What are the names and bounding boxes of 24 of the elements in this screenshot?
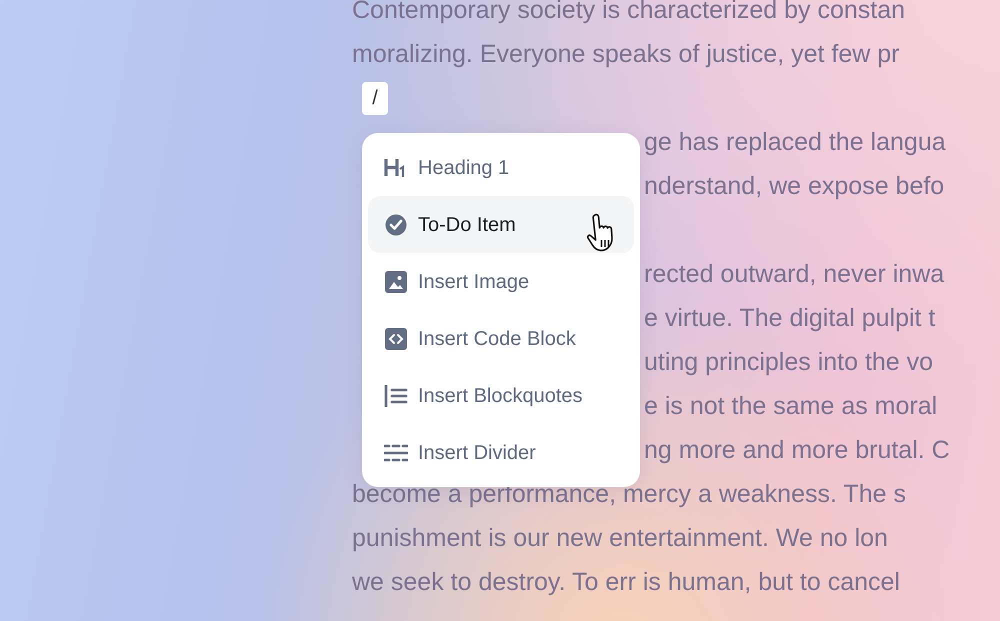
paragraph-line: nderstand, we expose befo — [644, 171, 944, 201]
paragraph-line: moralizing. Everyone speaks of justice, yet few pr — [352, 39, 900, 69]
paragraph-line: ng more and more brutal. C — [644, 435, 950, 465]
paragraph-line: punishment is our new entertainment. We no lon — [352, 523, 888, 553]
paragraph-line: e virtue. The digital pulpit t — [644, 303, 936, 333]
paragraph-line: Contemporary society is characterized by constan — [352, 0, 906, 25]
menu-item[interactable]: Heading 1 — [368, 139, 634, 196]
menu-item[interactable]: Insert Blockquotes — [368, 367, 634, 424]
paragraph-line: ge has replaced the langua — [644, 127, 946, 157]
menu-item[interactable]: Insert Code Block — [368, 310, 634, 367]
blockquote-icon — [384, 384, 408, 408]
paragraph-line: we seek to destroy. To err is human, but to cancel — [352, 567, 900, 597]
code-icon — [385, 328, 407, 350]
paragraph-line: e is not the same as moral — [644, 391, 938, 421]
check-circle-icon — [385, 214, 407, 236]
menu-item[interactable]: Insert Image — [368, 253, 634, 310]
slash-command-input[interactable]: / — [362, 82, 388, 114]
paragraph-line: become a performance, mercy a weakness. The s — [352, 479, 906, 509]
menu-item[interactable]: Insert Divider — [368, 424, 634, 481]
menu-item[interactable]: To-Do Item — [368, 196, 634, 253]
image-icon — [385, 270, 407, 292]
paragraph-line: uting principles into the vo — [644, 347, 934, 377]
divider-icon — [384, 444, 408, 462]
paragraph-line: rected outward, never inwa — [644, 259, 944, 289]
